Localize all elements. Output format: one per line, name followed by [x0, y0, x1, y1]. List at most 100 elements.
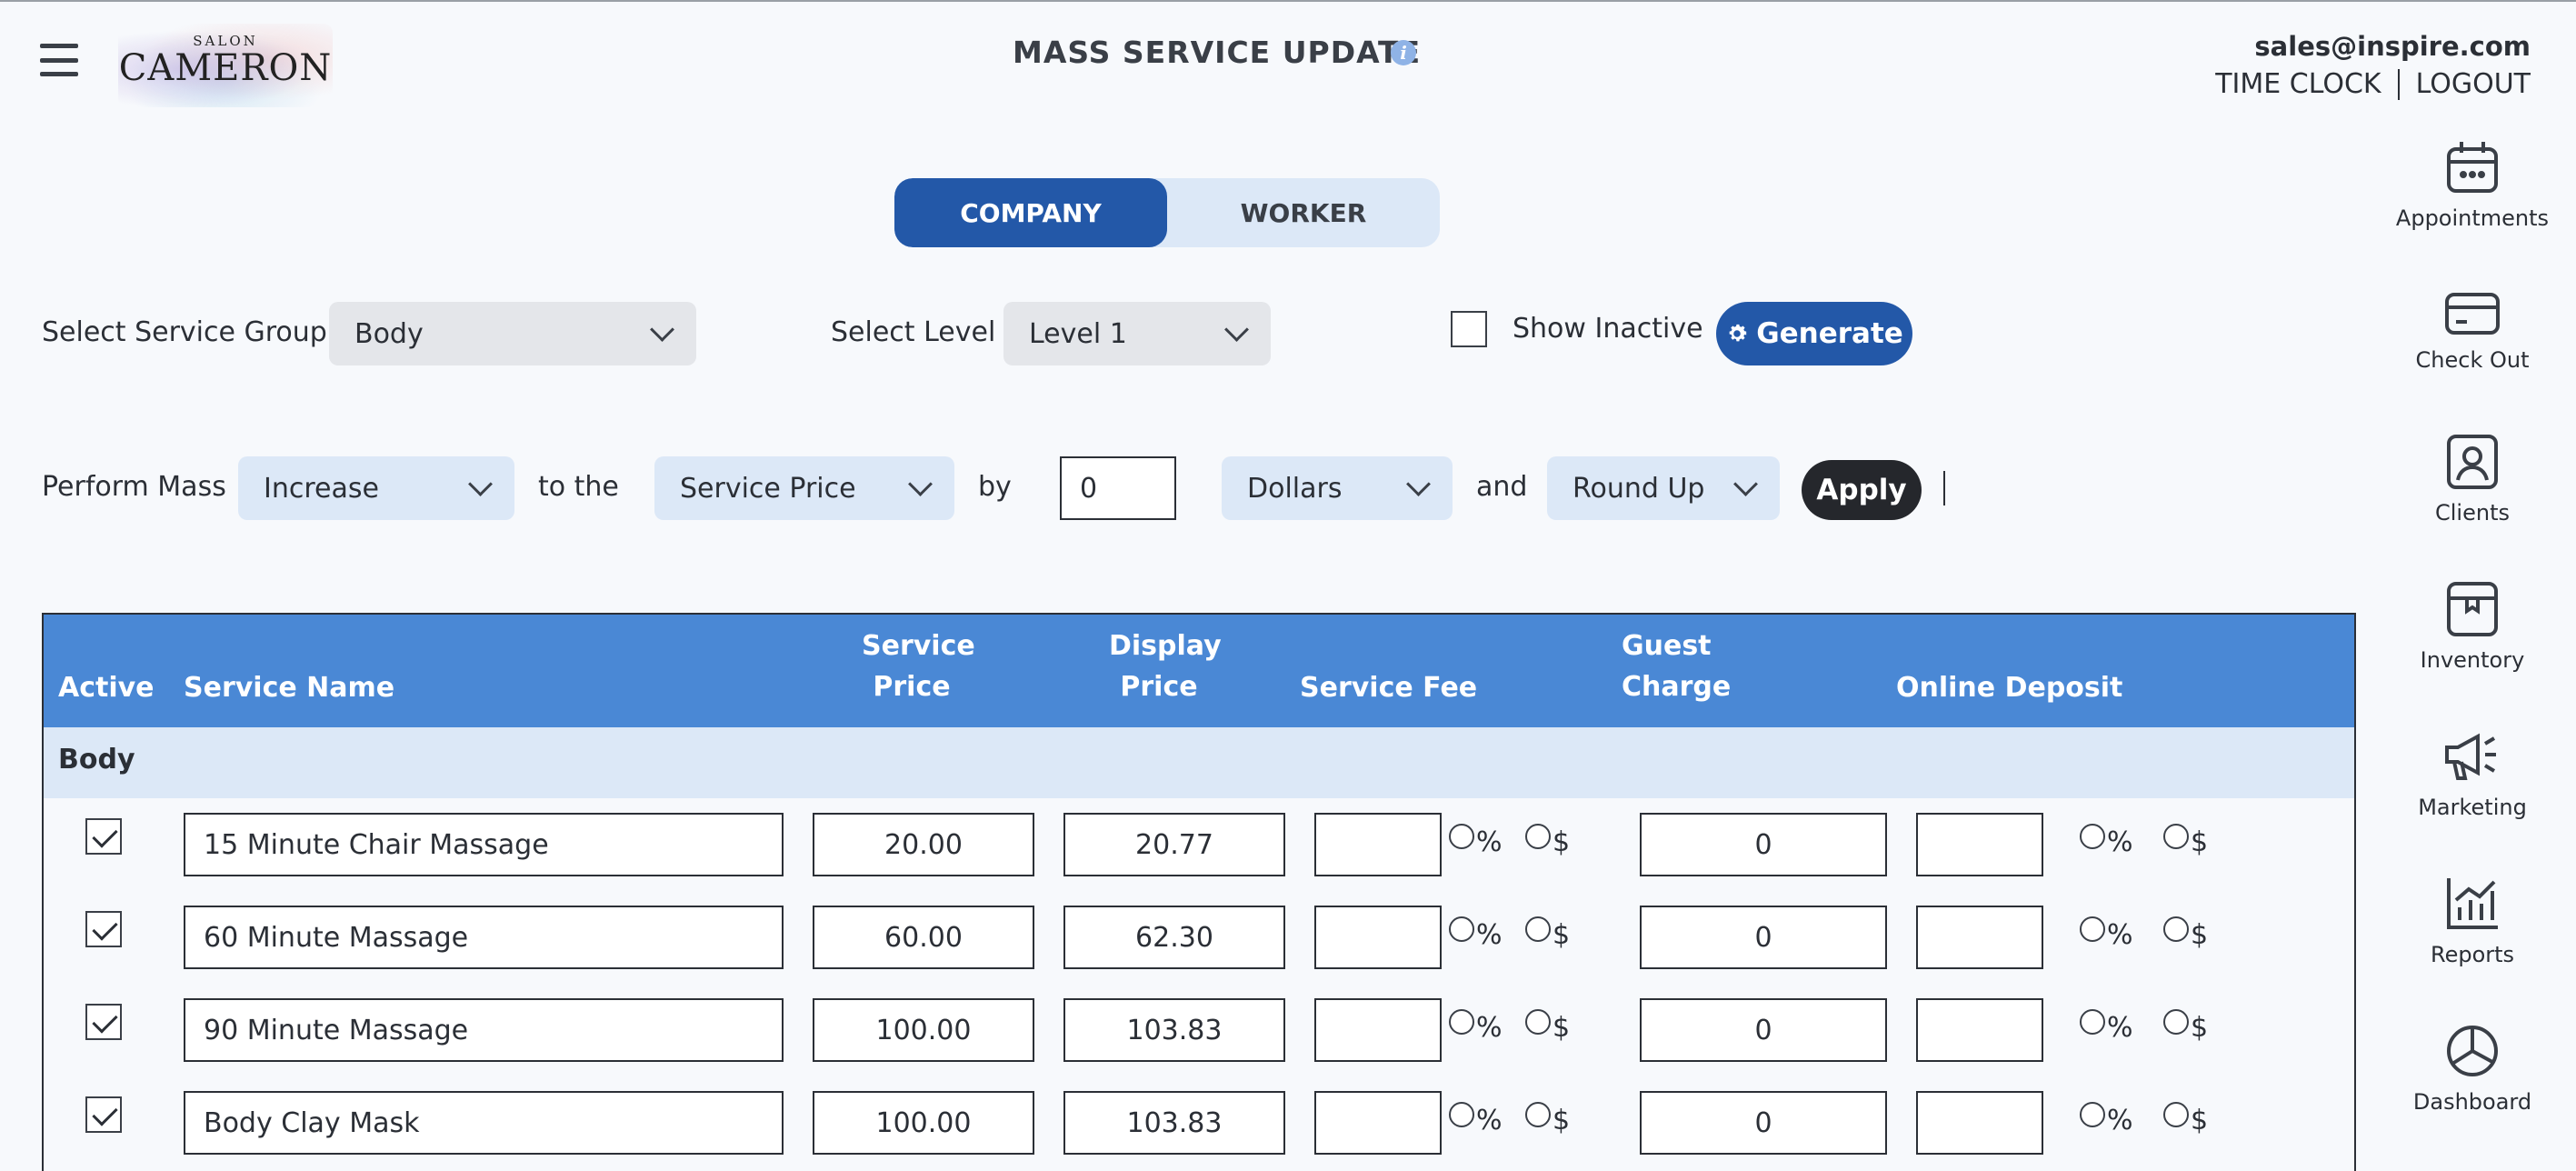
- chevron-down-icon: [1733, 471, 1758, 496]
- to-the-label: to the: [538, 471, 619, 503]
- radio-circle: [1449, 1102, 1474, 1127]
- service-fee-dollar-radio[interactable]: $: [1525, 1009, 1570, 1044]
- deposit-dollar-radio[interactable]: $: [2163, 824, 2208, 858]
- radio-label: $: [1553, 919, 1571, 951]
- service-name-input[interactable]: 60 Minute Massage: [184, 906, 784, 969]
- tab-company[interactable]: COMPANY: [894, 178, 1167, 247]
- sidebar-item-clients[interactable]: Clients: [2394, 433, 2551, 525]
- guest-charge-input[interactable]: 0: [1640, 906, 1887, 969]
- deposit-percent-radio[interactable]: %: [2080, 824, 2133, 858]
- checkmark-icon: [92, 822, 118, 848]
- deposit-dollar-radio[interactable]: $: [2163, 1102, 2208, 1136]
- service-fee-input[interactable]: [1314, 1091, 1442, 1155]
- display-price-input[interactable]: 103.83: [1063, 1091, 1285, 1155]
- client-badge-icon: [2447, 435, 2498, 489]
- online-deposit-input[interactable]: [1916, 998, 2043, 1062]
- display-price-input[interactable]: 62.30: [1063, 906, 1285, 969]
- generate-button[interactable]: Generate: [1716, 302, 1912, 365]
- display-price-input[interactable]: 20.77: [1063, 813, 1285, 876]
- salon-logo[interactable]: SALON CAMERON: [118, 24, 333, 107]
- sidebar-item-marketing[interactable]: Marketing: [2394, 727, 2551, 820]
- radio-circle: [1525, 824, 1551, 849]
- service-name-input[interactable]: 15 Minute Chair Massage: [184, 813, 784, 876]
- radio-label: %: [2107, 1105, 2133, 1136]
- active-checkbox[interactable]: [85, 1096, 122, 1133]
- service-fee-input[interactable]: [1314, 813, 1442, 876]
- level-label: Select Level: [831, 316, 996, 348]
- logout-link[interactable]: LOGOUT: [2416, 68, 2531, 100]
- radio-label: $: [1553, 1105, 1571, 1136]
- active-checkbox[interactable]: [85, 1004, 122, 1040]
- guest-charge-input[interactable]: 0: [1640, 998, 1887, 1062]
- service-price-input[interactable]: 100.00: [813, 1091, 1034, 1155]
- radio-circle: [2080, 1102, 2105, 1127]
- sidebar-item-dashboard[interactable]: Dashboard: [2394, 1022, 2551, 1115]
- deposit-percent-radio[interactable]: %: [2080, 916, 2133, 951]
- service-fee-dollar-radio[interactable]: $: [1525, 916, 1570, 951]
- apply-button[interactable]: Apply: [1802, 460, 1922, 520]
- service-fee-percent-radio[interactable]: %: [1449, 824, 1503, 858]
- service-price-input[interactable]: 60.00: [813, 906, 1034, 969]
- radio-label: $: [2191, 919, 2209, 951]
- active-checkbox[interactable]: [85, 911, 122, 947]
- online-deposit-input[interactable]: [1916, 813, 2043, 876]
- calendar-icon: [2447, 142, 2498, 193]
- generate-label: Generate: [1756, 317, 1903, 350]
- deposit-dollar-radio[interactable]: $: [2163, 1009, 2208, 1044]
- radio-label: %: [2107, 919, 2133, 951]
- tab-worker[interactable]: WORKER: [1167, 178, 1440, 247]
- radio-circle: [1449, 1009, 1474, 1035]
- guest-charge-input[interactable]: 0: [1640, 1091, 1887, 1155]
- radio-circle: [2163, 916, 2189, 942]
- time-clock-link[interactable]: TIME CLOCK: [2215, 68, 2381, 100]
- perform-mass-label: Perform Mass: [42, 471, 226, 503]
- service-name-input[interactable]: Body Clay Mask: [184, 1091, 784, 1155]
- online-deposit-input[interactable]: [1916, 906, 2043, 969]
- checkmark-icon: [92, 915, 118, 941]
- active-checkbox[interactable]: [85, 818, 122, 855]
- header-service-price: Service Price: [862, 626, 975, 707]
- service-fee-percent-radio[interactable]: %: [1449, 916, 1503, 951]
- deposit-percent-radio[interactable]: %: [2080, 1009, 2133, 1044]
- action-select[interactable]: Increase: [238, 456, 514, 520]
- services-table: Active Service Name Service Price Displa…: [42, 613, 2356, 1171]
- amount-input[interactable]: 0: [1060, 456, 1176, 520]
- online-deposit-input[interactable]: [1916, 1091, 2043, 1155]
- radio-label: %: [1476, 1012, 1503, 1044]
- display-price-input[interactable]: 103.83: [1063, 998, 1285, 1062]
- service-group-select[interactable]: Body: [329, 302, 696, 365]
- service-fee-dollar-radio[interactable]: $: [1525, 824, 1570, 858]
- level-value: Level 1: [1029, 317, 1127, 350]
- show-inactive-checkbox[interactable]: [1451, 311, 1487, 347]
- link-divider: [2397, 68, 2400, 100]
- checkmark-icon: [92, 1007, 118, 1034]
- sidebar-item-inventory[interactable]: Inventory: [2394, 580, 2551, 673]
- table-row: 90 Minute Massage 100.00 103.83 % $ 0 % …: [44, 984, 2354, 1076]
- field-select[interactable]: Service Price: [654, 456, 954, 520]
- service-fee-dollar-radio[interactable]: $: [1525, 1102, 1570, 1136]
- service-fee-input[interactable]: [1314, 906, 1442, 969]
- sidebar-item-reports[interactable]: Reports: [2394, 875, 2551, 967]
- sidebar-item-appointments[interactable]: Appointments: [2394, 138, 2551, 231]
- pie-chart-icon: [2447, 1026, 2498, 1076]
- deposit-percent-radio[interactable]: %: [2080, 1102, 2133, 1136]
- deposit-dollar-radio[interactable]: $: [2163, 916, 2208, 951]
- service-price-input[interactable]: 20.00: [813, 813, 1034, 876]
- service-fee-percent-radio[interactable]: %: [1449, 1009, 1503, 1044]
- unit-select[interactable]: Dollars: [1222, 456, 1453, 520]
- radio-label: $: [2191, 1105, 2209, 1136]
- header-service-price-line2: Price: [873, 671, 951, 703]
- guest-charge-input[interactable]: 0: [1640, 813, 1887, 876]
- sidebar-item-check-out[interactable]: Check Out: [2394, 287, 2551, 373]
- chevron-down-icon: [1406, 471, 1431, 496]
- service-fee-input[interactable]: [1314, 998, 1442, 1062]
- menu-icon[interactable]: [40, 44, 78, 76]
- action-value: Increase: [264, 472, 379, 505]
- level-select[interactable]: Level 1: [1003, 302, 1271, 365]
- rounding-select[interactable]: Round Up: [1547, 456, 1780, 520]
- info-icon[interactable]: i: [1391, 40, 1416, 65]
- service-name-input[interactable]: 90 Minute Massage: [184, 998, 784, 1062]
- service-price-input[interactable]: 100.00: [813, 998, 1034, 1062]
- radio-label: $: [1553, 1012, 1571, 1044]
- service-fee-percent-radio[interactable]: %: [1449, 1102, 1503, 1136]
